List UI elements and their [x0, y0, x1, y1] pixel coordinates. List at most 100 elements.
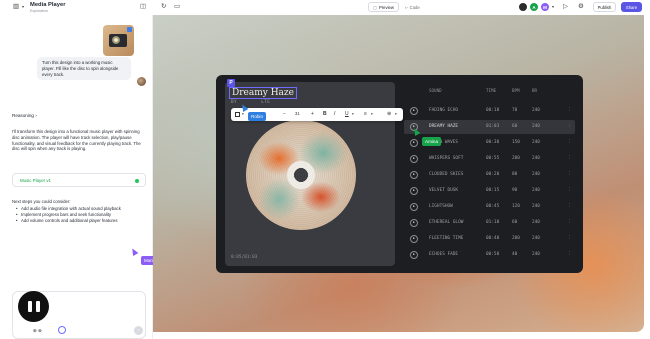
track-row[interactable]: ▶ FADING ECHO 00:18 70 240 ⋮ — [404, 104, 575, 118]
artist-suffix: LTE — [261, 100, 271, 105]
more-vertical-icon[interactable]: ⋮ — [567, 220, 571, 225]
track-row[interactable]: ▶ VELVET DUSK 00:15 90 240 ⋮ — [404, 184, 575, 198]
cursor-arrow-icon — [129, 246, 139, 257]
status-dot-icon — [135, 179, 139, 183]
selection-badge: P — [227, 79, 235, 87]
track-play-icon[interactable]: ▶ — [410, 219, 418, 227]
track-br: 240 — [532, 235, 540, 241]
attach-icon[interactable]: ⊕ ⊗ — [33, 328, 42, 334]
more-vertical-icon[interactable]: ⋮ — [567, 124, 571, 129]
chevron-down-icon[interactable]: ▾ — [242, 112, 244, 117]
code-label: Code — [409, 4, 420, 10]
chevron-down-icon[interactable]: ▾ — [552, 5, 554, 9]
track-time: 01:03 — [486, 123, 500, 129]
track-play-icon[interactable]: ▶ — [410, 251, 418, 259]
track-time: 01:10 — [486, 219, 500, 225]
spinning-disc[interactable] — [246, 120, 356, 230]
layout-icon[interactable]: ▥ — [13, 3, 19, 11]
track-name: FADING ECHO — [429, 107, 459, 113]
chevron-down-icon[interactable]: ▾ — [371, 112, 373, 117]
list-item: Add volume controls and additional playe… — [16, 218, 144, 224]
project-title[interactable]: Media Player — [30, 2, 65, 8]
track-row[interactable]: ▶ ECHOES FADE 00:50 40 240 ⋮ — [404, 248, 575, 262]
track-br: 240 — [532, 171, 540, 177]
italic-icon[interactable]: I — [334, 111, 335, 117]
pause-bar — [35, 301, 40, 312]
track-name: CLOUDED SKIES — [429, 171, 464, 177]
track-bpm: 200 — [512, 155, 520, 161]
align-icon[interactable]: ≡ — [364, 111, 367, 117]
track-row[interactable]: ▶ DREAMY HAZE 01:03 60 240 ⋮ — [404, 120, 575, 134]
track-play-icon[interactable]: ▶ — [410, 235, 418, 243]
minus-icon[interactable]: − — [283, 111, 286, 117]
more-vertical-icon[interactable]: ⋮ — [567, 204, 571, 209]
song-title[interactable]: Dreamy Haze — [229, 87, 297, 99]
collaborator-avatar[interactable]: A — [529, 2, 539, 12]
artifact-card[interactable]: Music Player v1 — [12, 173, 146, 187]
track-row[interactable]: ▶ ETHEREAL GLOW 01:10 60 240 ⋮ — [404, 216, 575, 230]
pause-button[interactable] — [18, 291, 49, 322]
share-button[interactable]: Share — [621, 2, 642, 12]
preview-label: Preview — [378, 4, 394, 10]
track-name: LIGHTSHOW — [429, 203, 453, 209]
more-vertical-icon[interactable]: ⋮ — [567, 140, 571, 145]
track-bpm: 150 — [512, 139, 520, 145]
track-play-icon[interactable]: ▶ — [410, 171, 418, 179]
track-row[interactable]: ▶ CLOUDED SKIES 00:20 80 240 ⋮ — [404, 168, 575, 182]
chevron-down-icon[interactable]: ▾ — [395, 112, 397, 117]
font-size-value[interactable]: 31 — [295, 111, 300, 116]
track-play-icon[interactable]: ▶ — [410, 187, 418, 195]
track-row[interactable]: ▶ WHISPERS SOFT 00:55 200 240 ⋮ — [404, 152, 575, 166]
track-bpm: 200 — [512, 235, 520, 241]
top-bar: ▥ ▾ Media Player Exploration ◫ ↻ ▭ ▢ Pre… — [0, 0, 650, 15]
artifact-label: Music Player v1 — [20, 178, 51, 183]
artist-line: BY LTE — [231, 100, 270, 105]
refresh-icon[interactable]: ↻ — [161, 3, 166, 11]
more-vertical-icon[interactable]: ⋮ — [567, 156, 571, 161]
track-time: 00:30 — [486, 139, 500, 145]
track-bpm: 60 — [512, 123, 518, 129]
send-button[interactable]: ↑ — [134, 326, 143, 335]
collaborator-avatar[interactable] — [518, 2, 528, 12]
user-avatar — [137, 77, 146, 86]
more-vertical-icon[interactable]: ⋮ — [567, 172, 571, 177]
sidebar-toggle-icon[interactable]: ◫ — [140, 3, 146, 11]
underline-icon[interactable]: U — [345, 111, 349, 117]
chevron-down-icon[interactable]: ▾ — [22, 5, 24, 9]
track-br: 240 — [532, 219, 540, 225]
code-tab[interactable]: ‹› Code — [401, 2, 424, 12]
more-vertical-icon[interactable]: ⋮ — [567, 108, 571, 113]
next-steps-list: Add audio file integration with actual s… — [16, 206, 144, 223]
track-name: ETHEREAL GLOW — [429, 219, 464, 225]
track-play-icon[interactable]: ▶ — [410, 203, 418, 211]
track-play-icon[interactable]: ▶ — [410, 139, 418, 147]
track-row[interactable]: ▶ FLEETING TIME 00:40 200 240 ⋮ — [404, 232, 575, 246]
attached-image[interactable] — [103, 25, 134, 56]
reasoning-toggle[interactable]: Reasoning › — [12, 113, 37, 118]
track-bpm: 40 — [512, 251, 518, 257]
assistant-response: I'll transform this design into a functi… — [12, 129, 141, 152]
plus-icon[interactable]: + — [311, 111, 314, 117]
next-steps-title: Next steps you could consider: — [12, 199, 71, 204]
globe-icon[interactable] — [58, 326, 66, 334]
more-vertical-icon[interactable]: ⋮ — [567, 252, 571, 257]
color-swatch-icon[interactable] — [235, 112, 240, 117]
column-header-br: BR — [532, 88, 538, 93]
play-icon[interactable]: ▷ — [563, 3, 568, 11]
preview-tab[interactable]: ▢ Preview — [368, 2, 399, 12]
track-play-icon[interactable]: ▶ — [410, 155, 418, 163]
column-header-time: TIME — [486, 88, 497, 93]
track-row[interactable]: ▶ LIGHTSHOW 00:45 120 240 ⋮ — [404, 200, 575, 214]
more-options-icon[interactable]: ⊕ — [387, 111, 391, 117]
bold-icon[interactable]: B — [323, 111, 327, 117]
chevron-down-icon[interactable]: ▾ — [352, 112, 354, 117]
collaborator-avatar[interactable]: M — [540, 2, 550, 12]
monitor-icon[interactable]: ▭ — [174, 3, 180, 11]
track-name: ECHOES FADE — [429, 251, 459, 257]
track-bpm: 70 — [512, 107, 518, 113]
track-play-icon[interactable]: ▶ — [410, 107, 418, 115]
more-vertical-icon[interactable]: ⋮ — [567, 188, 571, 193]
gear-icon[interactable]: ⚙ — [578, 3, 584, 11]
publish-button[interactable]: Publish — [593, 2, 616, 12]
more-vertical-icon[interactable]: ⋮ — [567, 236, 571, 241]
